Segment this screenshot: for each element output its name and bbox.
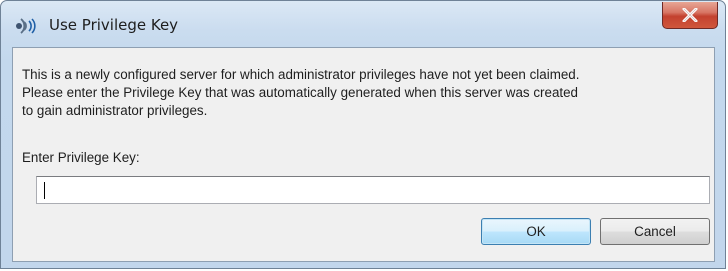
privilege-key-input[interactable] xyxy=(36,176,710,204)
message-line: Please enter the Privilege Key that was … xyxy=(22,85,579,100)
ok-button[interactable]: OK xyxy=(481,218,591,245)
cancel-button[interactable]: Cancel xyxy=(600,218,710,245)
text-caret xyxy=(44,182,45,199)
close-button[interactable] xyxy=(662,2,718,29)
close-icon xyxy=(682,8,698,22)
privilege-key-label: Enter Privilege Key: xyxy=(22,150,140,165)
teamspeak-icon xyxy=(15,15,37,37)
title-bar[interactable]: Use Privilege Key xyxy=(1,1,725,47)
message-line: This is a newly configured server for wh… xyxy=(22,67,580,82)
window-title: Use Privilege Key xyxy=(49,16,179,34)
message-line: to gain administrator privileges. xyxy=(22,103,208,118)
dialog-message: This is a newly configured server for wh… xyxy=(22,66,714,120)
